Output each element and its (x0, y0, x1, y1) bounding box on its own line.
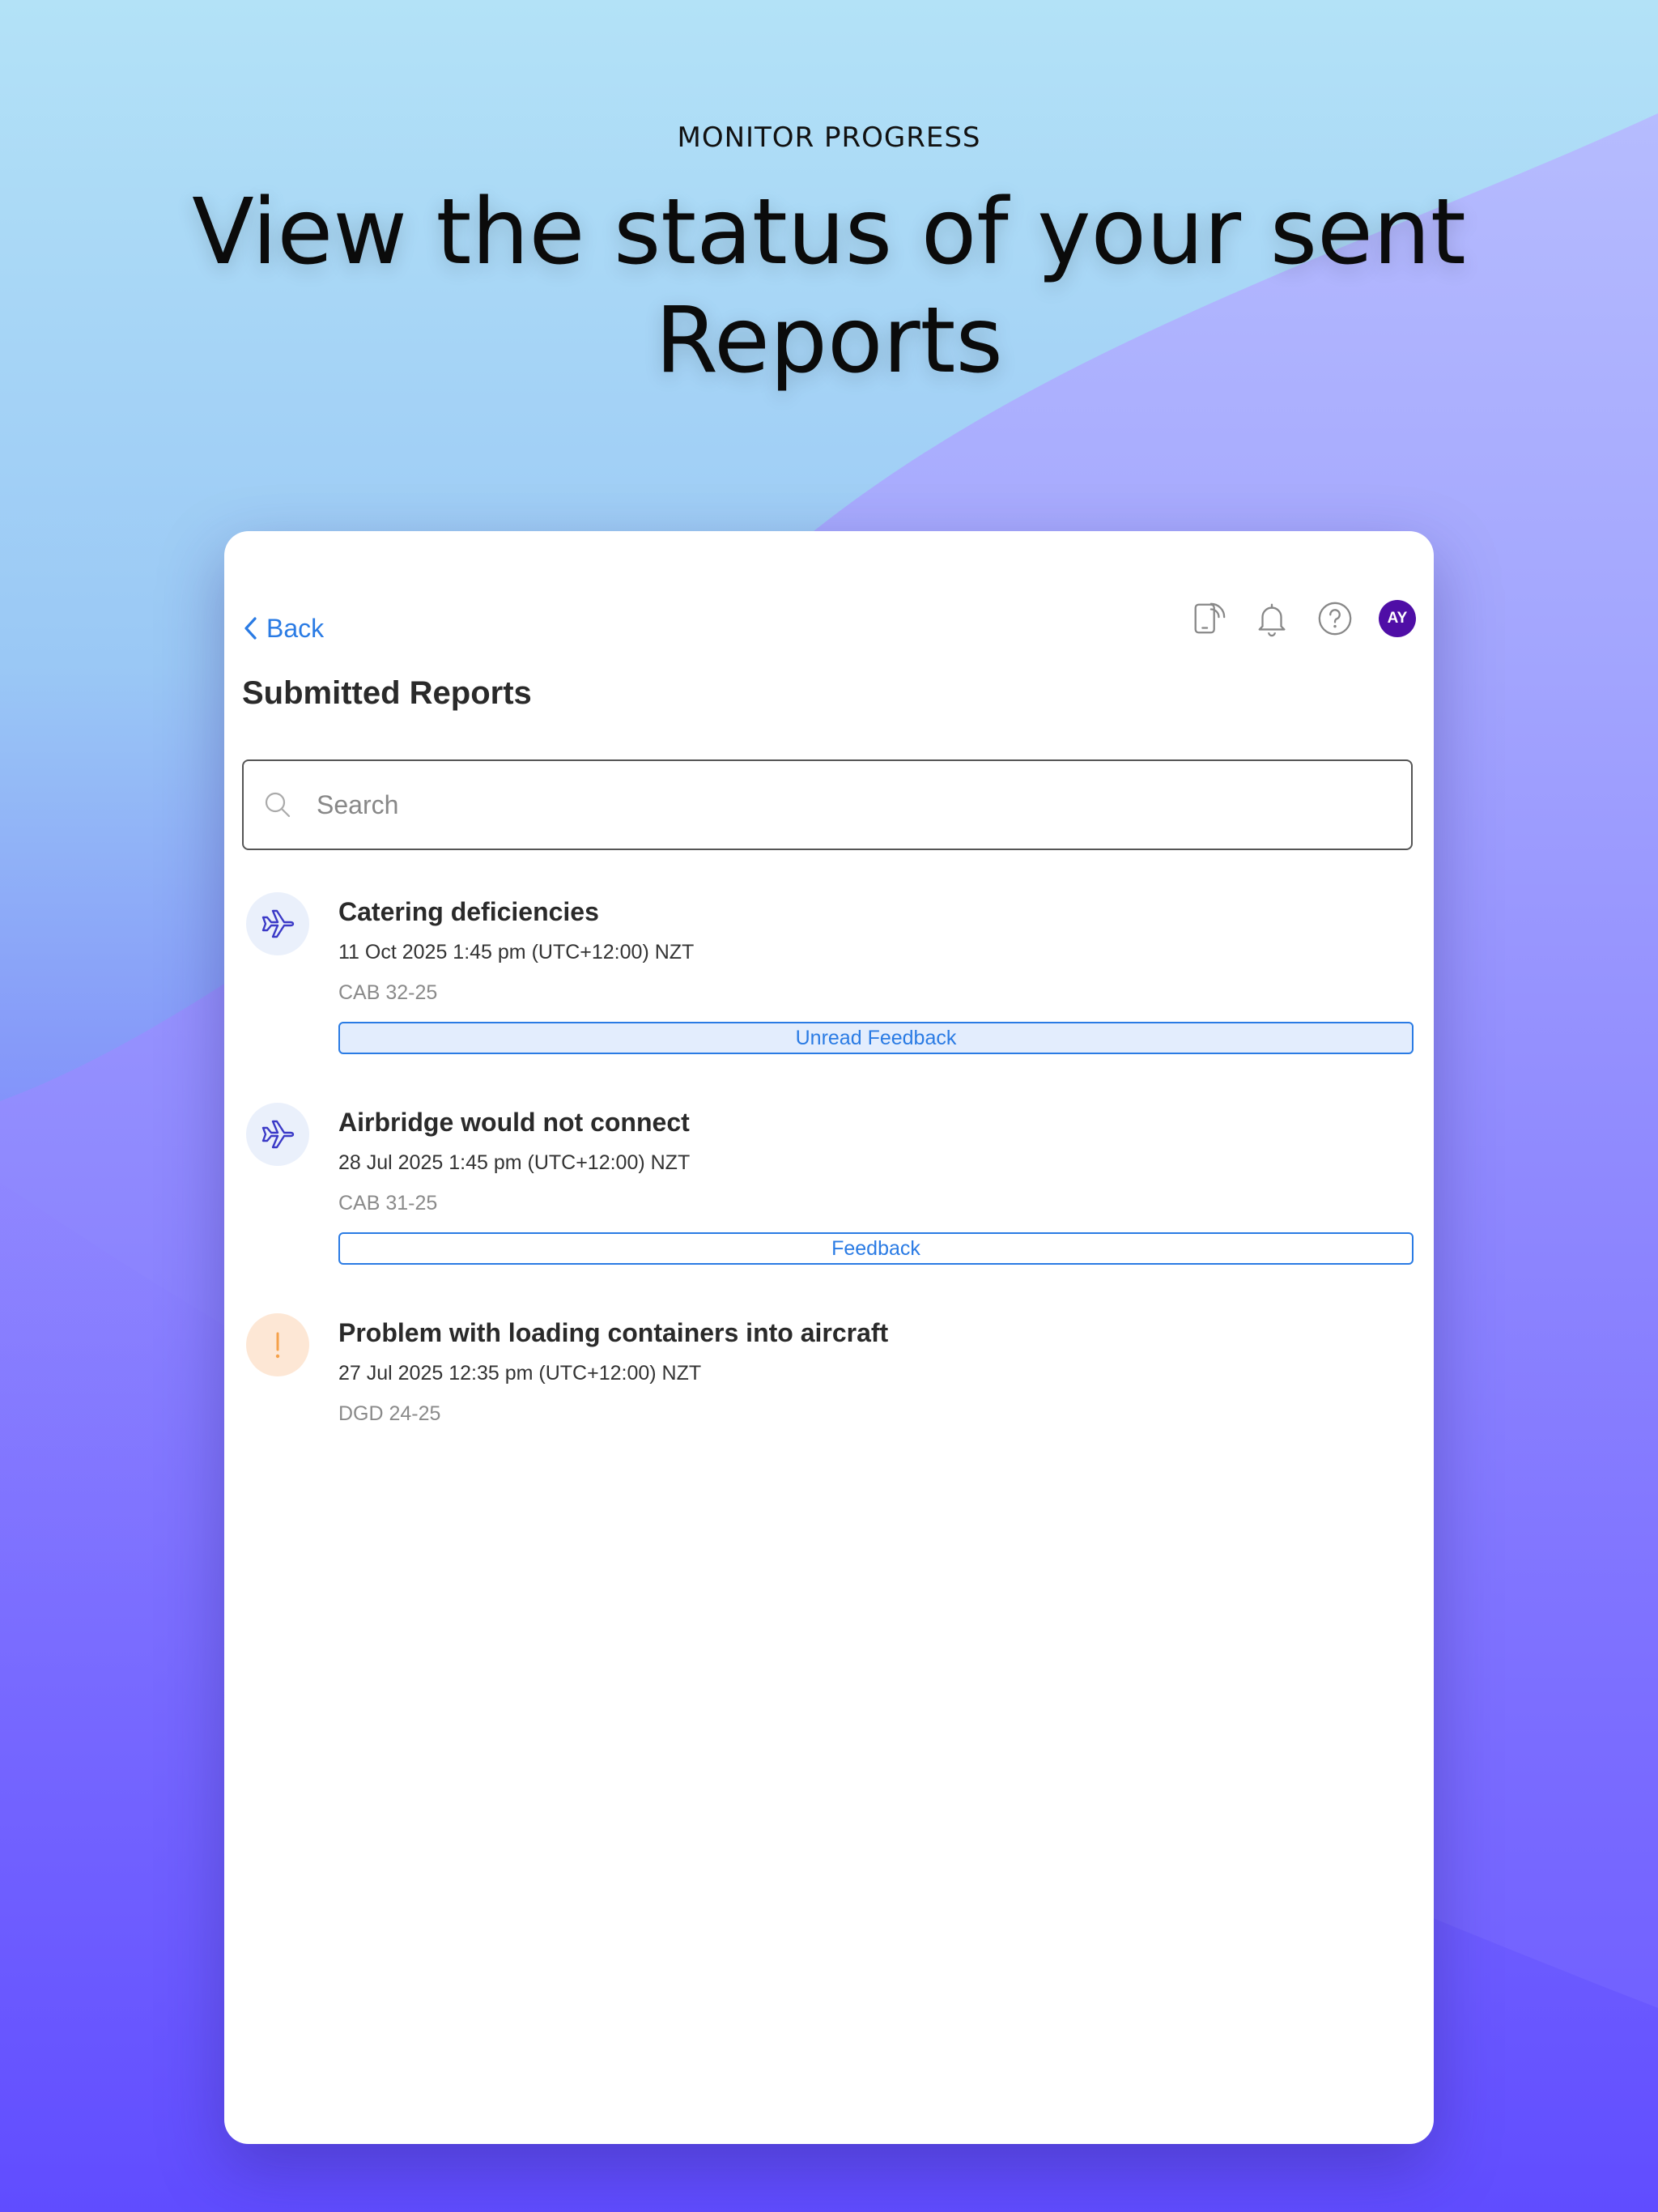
promo-headline: View the status of your sent Reports (192, 180, 1466, 393)
unread-feedback-button[interactable]: Unread Feedback (338, 1022, 1414, 1054)
alert-icon (246, 1313, 309, 1376)
search-box (242, 759, 1413, 850)
back-label: Back (266, 613, 325, 643)
bell-icon[interactable] (1252, 599, 1291, 638)
report-code: DGD 24-25 (338, 1402, 441, 1425)
search-input[interactable] (315, 772, 1395, 838)
report-title: Catering deficiencies (338, 897, 599, 926)
report-code: CAB 31-25 (338, 1192, 438, 1214)
avatar[interactable]: AY (1379, 600, 1416, 637)
search-icon (265, 792, 291, 818)
report-date: 27 Jul 2025 12:35 pm (UTC+12:00) NZT (338, 1362, 702, 1385)
report-code: CAB 32-25 (338, 981, 438, 1004)
device-signal-icon[interactable] (1189, 599, 1228, 638)
feedback-button[interactable]: Feedback (338, 1232, 1414, 1265)
list-item[interactable]: Problem with loading containers into air… (224, 1313, 1434, 1524)
app-screen: Back AY Submitted Reports Search Caterin… (224, 531, 1434, 2144)
back-button[interactable]: Back (242, 609, 324, 648)
plane-icon (246, 1103, 309, 1166)
header-actions: AY (1189, 599, 1416, 638)
list-item[interactable]: Catering deficiencies 11 Oct 2025 1:45 p… (224, 892, 1434, 1103)
page-title: Submitted Reports (242, 675, 532, 711)
promo-eyebrow: MONITOR PROGRESS (677, 121, 981, 154)
report-date: 11 Oct 2025 1:45 pm (UTC+12:00) NZT (338, 941, 695, 963)
report-title: Problem with loading containers into air… (338, 1318, 889, 1347)
report-date: 28 Jul 2025 1:45 pm (UTC+12:00) NZT (338, 1151, 691, 1174)
help-icon[interactable] (1316, 599, 1354, 638)
list-item[interactable]: Airbridge would not connect 28 Jul 2025 … (224, 1103, 1434, 1313)
report-title: Airbridge would not connect (338, 1108, 690, 1137)
chevron-left-icon (244, 617, 257, 640)
plane-icon (246, 892, 309, 955)
report-list: Catering deficiencies 11 Oct 2025 1:45 p… (224, 892, 1434, 1524)
